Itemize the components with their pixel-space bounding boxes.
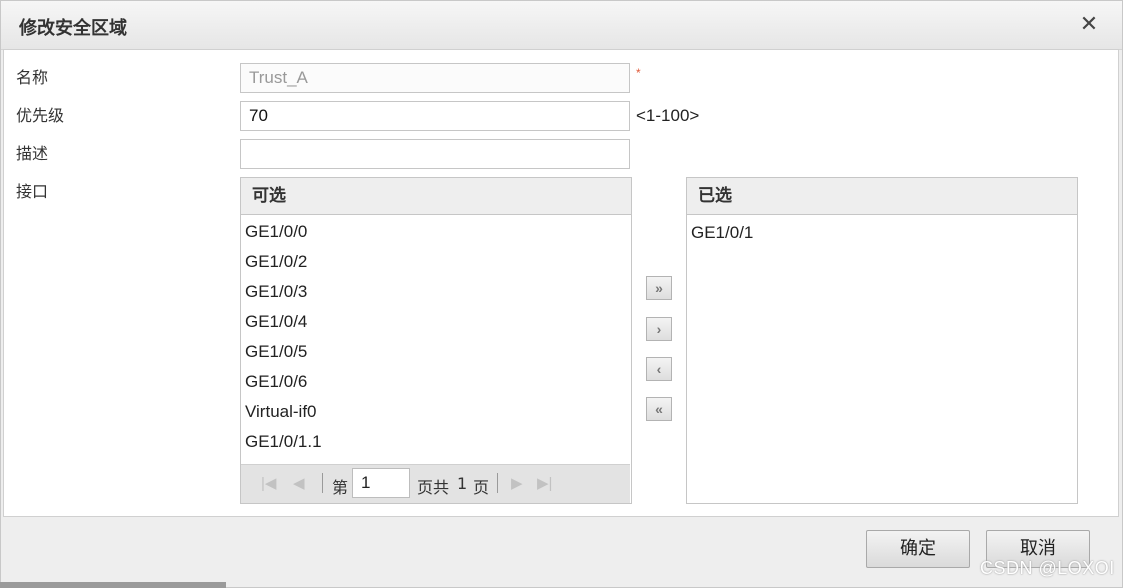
add-all-icon[interactable]: » (646, 276, 672, 300)
page-of-label: 页共 (417, 478, 450, 497)
available-item[interactable]: GE1/0/6 (245, 372, 307, 392)
pager-divider (322, 473, 323, 493)
bottom-scroll-strip (0, 582, 226, 588)
add-icon[interactable]: › (646, 317, 672, 341)
description-field[interactable] (240, 139, 630, 169)
available-item[interactable]: GE1/0/5 (245, 342, 307, 362)
name-label: 名称 (16, 68, 49, 87)
next-page-icon[interactable]: ▶ (511, 474, 523, 492)
available-item[interactable]: GE1/0/0 (245, 222, 307, 242)
page-number-input[interactable]: 1 (352, 468, 410, 498)
selected-interfaces-panel: 已选 GE1/0/1 (686, 177, 1078, 504)
priority-field[interactable]: 70 (240, 101, 630, 131)
modify-security-zone-dialog: 修改安全区域 ✕ 名称 Trust_A * 优先级 70 <1-100> 描述 … (0, 0, 1123, 588)
pager-divider (497, 473, 498, 493)
ok-button[interactable]: 确定 (866, 530, 970, 568)
selected-item[interactable]: GE1/0/1 (691, 223, 753, 243)
available-item[interactable]: GE1/0/3 (245, 282, 307, 302)
first-page-icon[interactable]: |◀ (261, 474, 276, 492)
page-prefix: 第 (332, 478, 349, 497)
prev-page-icon[interactable]: ◀ (293, 474, 305, 492)
priority-range-hint: <1-100> (636, 106, 700, 125)
close-icon[interactable]: ✕ (1077, 11, 1101, 37)
dialog-body: 名称 Trust_A * 优先级 70 <1-100> 描述 接口 可选 GE1… (3, 49, 1119, 517)
available-interfaces-panel: 可选 GE1/0/0 GE1/0/2 GE1/0/3 GE1/0/4 GE1/0… (240, 177, 632, 504)
remove-icon[interactable]: ‹ (646, 357, 672, 381)
page-total: 1 (457, 474, 468, 493)
watermark: CSDN @LOXOI (980, 558, 1115, 578)
last-page-icon[interactable]: ▶| (537, 474, 552, 492)
description-label: 描述 (16, 144, 49, 163)
remove-all-icon[interactable]: « (646, 397, 672, 421)
available-item[interactable]: GE1/0/1.1 (245, 432, 322, 452)
dialog-title: 修改安全区域 (19, 18, 127, 39)
dialog-titlebar: 修改安全区域 ✕ (1, 1, 1122, 50)
available-item[interactable]: GE1/0/2 (245, 252, 307, 272)
interface-label: 接口 (16, 182, 49, 201)
selected-header: 已选 (687, 178, 1077, 215)
priority-label: 优先级 (16, 106, 65, 125)
available-header: 可选 (241, 178, 631, 215)
required-mark: * (636, 66, 641, 80)
pagination-bar: |◀ ◀ 第 1 页共 1 页 ▶ ▶| (241, 464, 630, 503)
available-item[interactable]: GE1/0/4 (245, 312, 307, 332)
available-item[interactable]: Virtual-if0 (245, 402, 317, 422)
name-field: Trust_A (240, 63, 630, 93)
page-suffix: 页 (473, 478, 490, 497)
